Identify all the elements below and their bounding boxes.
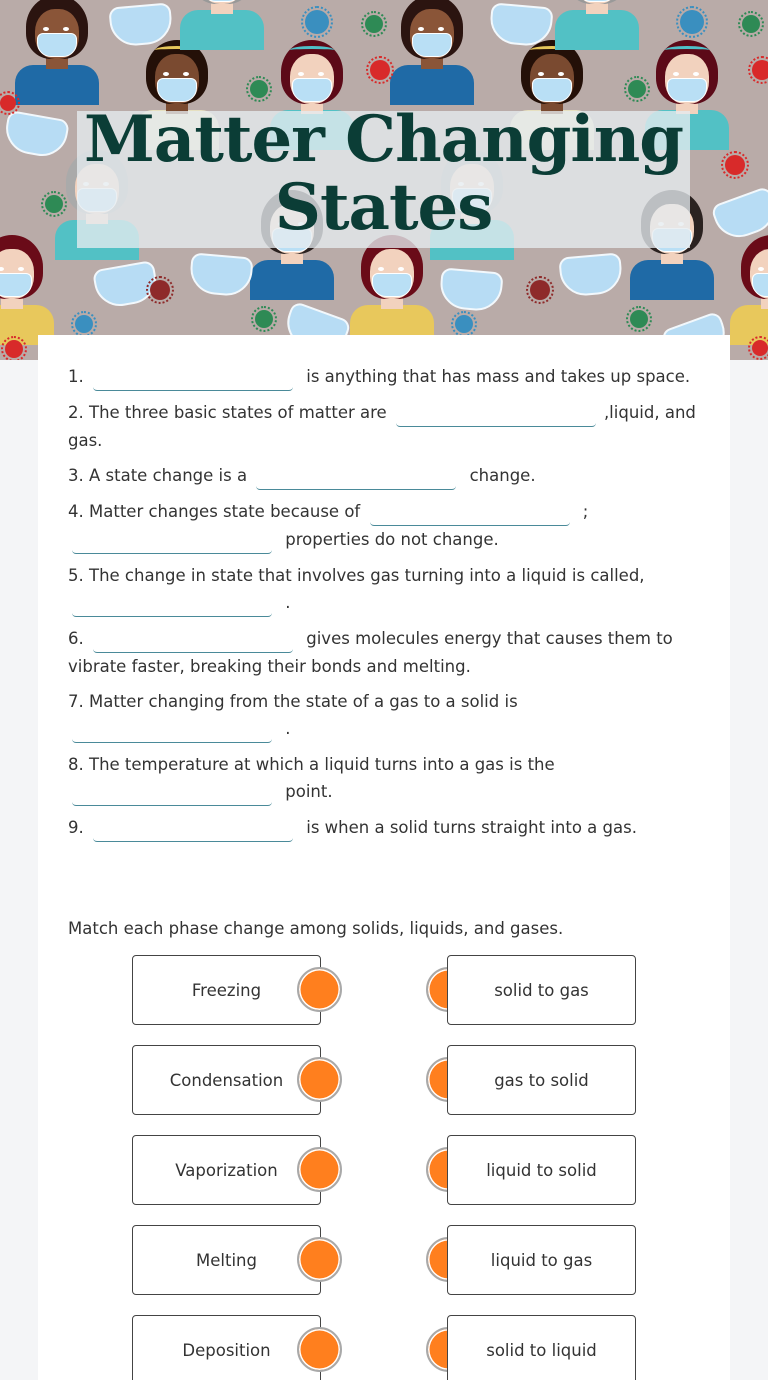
virus-icon — [526, 276, 554, 304]
title-line-2: States — [274, 170, 494, 245]
match-left-connector[interactable] — [297, 1147, 342, 1192]
virus-icon — [626, 306, 652, 332]
match-label: Condensation — [169, 1070, 284, 1090]
match-right-item[interactable]: gas to solid — [447, 1045, 636, 1115]
match-label: Freezing — [191, 980, 262, 1000]
question-text: . — [285, 593, 291, 612]
virus-icon — [301, 6, 333, 38]
question-number: 5. — [68, 566, 84, 585]
question-number: 7. — [68, 692, 84, 711]
face-mask-illustration — [188, 252, 254, 298]
question-number: 1. — [68, 367, 84, 386]
virus-icon — [1, 336, 27, 360]
answer-blank-8[interactable] — [72, 784, 272, 806]
match-left-item[interactable]: Melting — [132, 1225, 321, 1295]
virus-icon — [361, 11, 387, 37]
match-label: solid to liquid — [486, 1340, 597, 1360]
answer-blank-4b[interactable] — [72, 532, 272, 554]
question-number: 4. — [68, 502, 84, 521]
match-label: gas to solid — [494, 1070, 589, 1090]
question-text: Matter changes state because of — [89, 502, 361, 521]
matching-instructions: Match each phase change among solids, li… — [68, 919, 564, 938]
question-text: . — [285, 719, 291, 738]
answer-blank-2[interactable] — [395, 405, 596, 427]
match-label: liquid to gas — [490, 1250, 593, 1270]
answer-blank-1[interactable] — [93, 369, 293, 391]
question-text: is anything that has mass and takes up s… — [306, 367, 691, 386]
match-right-item[interactable]: liquid to gas — [447, 1225, 636, 1295]
question-5: 5. The change in state that involves gas… — [68, 562, 708, 617]
question-number: 9. — [68, 818, 84, 837]
question-8: 8. The temperature at which a liquid tur… — [68, 751, 708, 806]
question-4: 4. Matter changes state because of ; pro… — [68, 498, 708, 554]
question-number: 6. — [68, 629, 84, 648]
face-mask-illustration — [558, 252, 624, 298]
worksheet-sheet: 1. is anything that has mass and takes u… — [38, 335, 730, 1380]
virus-icon — [676, 6, 708, 38]
face-mask-illustration — [438, 267, 504, 313]
match-label: Deposition — [182, 1340, 271, 1360]
header-banner: Matter Changing States — [0, 0, 768, 360]
answer-blank-6[interactable] — [93, 631, 293, 653]
answer-blank-5[interactable] — [72, 595, 272, 617]
virus-icon — [748, 56, 768, 84]
answer-blank-4a[interactable] — [369, 504, 570, 526]
question-text: ; — [582, 502, 589, 521]
match-left-item[interactable]: Deposition — [132, 1315, 321, 1380]
virus-icon — [721, 151, 749, 179]
question-3: 3. A state change is a change. — [68, 462, 708, 490]
question-text: change. — [469, 466, 536, 485]
virus-icon — [146, 276, 174, 304]
match-left-connector[interactable] — [297, 1057, 342, 1102]
answer-blank-9[interactable] — [93, 820, 293, 842]
answer-blank-3[interactable] — [256, 468, 457, 490]
virus-icon — [738, 11, 764, 37]
match-left-item[interactable]: Freezing — [132, 955, 321, 1025]
question-1: 1. is anything that has mass and takes u… — [68, 363, 708, 391]
match-label: Melting — [196, 1250, 257, 1270]
face-mask-illustration — [710, 185, 768, 245]
answer-blank-7[interactable] — [72, 721, 272, 743]
question-text: properties do not change. — [285, 530, 499, 549]
virus-icon — [0, 91, 20, 115]
question-2: 2. The three basic states of matter are … — [68, 399, 708, 454]
worksheet-title: Matter Changing States — [77, 106, 690, 242]
virus-icon — [71, 311, 97, 337]
question-number: 8. — [68, 755, 84, 774]
fill-in-questions: 1. is anything that has mass and takes u… — [68, 363, 708, 850]
question-7: 7. Matter changing from the state of a g… — [68, 688, 708, 743]
virus-icon — [748, 336, 768, 360]
question-text: Matter changing from the state of a gas … — [89, 692, 518, 711]
face-mask-illustration — [108, 2, 174, 48]
match-right-item[interactable]: solid to liquid — [447, 1315, 636, 1380]
question-text: The change in state that involves gas tu… — [89, 566, 645, 585]
match-label: Vaporization — [175, 1160, 278, 1180]
face-mask-illustration — [1, 109, 71, 161]
question-number: 2. — [68, 403, 84, 422]
match-left-connector[interactable] — [297, 967, 342, 1012]
question-6: 6. gives molecules energy that causes th… — [68, 625, 708, 680]
match-label: liquid to solid — [486, 1160, 597, 1180]
virus-icon — [41, 191, 67, 217]
title-line-1: Matter Changing — [84, 102, 684, 177]
question-9: 9. is when a solid turns straight into a… — [68, 814, 708, 842]
question-number: 3. — [68, 466, 84, 485]
virus-icon — [366, 56, 394, 84]
virus-icon — [246, 76, 272, 102]
virus-icon — [624, 76, 650, 102]
question-text: A state change is a — [89, 466, 248, 485]
match-label: solid to gas — [494, 980, 589, 1000]
question-text: is when a solid turns straight into a ga… — [306, 818, 637, 837]
match-left-item[interactable]: Condensation — [132, 1045, 321, 1115]
virus-icon — [251, 306, 277, 332]
match-right-item[interactable]: liquid to solid — [447, 1135, 636, 1205]
match-left-item[interactable]: Vaporization — [132, 1135, 321, 1205]
question-text: The temperature at which a liquid turns … — [89, 755, 555, 774]
match-right-item[interactable]: solid to gas — [447, 955, 636, 1025]
virus-icon — [451, 311, 477, 337]
match-left-connector[interactable] — [297, 1237, 342, 1282]
match-left-connector[interactable] — [297, 1327, 342, 1372]
question-text: The three basic states of matter are — [89, 403, 387, 422]
question-text: point. — [285, 782, 333, 801]
